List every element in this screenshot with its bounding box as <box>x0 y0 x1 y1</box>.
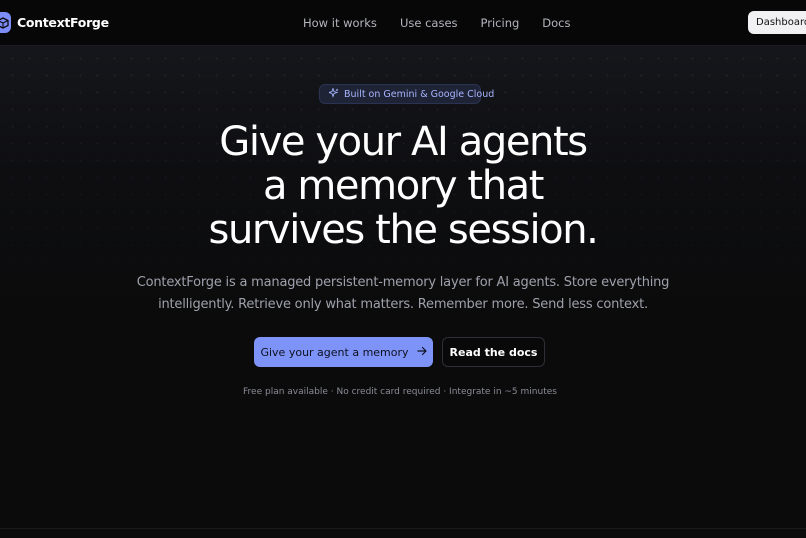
primary-cta-label: Give your agent a memory <box>260 345 409 359</box>
badge-text: Built on Gemini & Google Cloud <box>344 88 495 100</box>
sparkles-icon <box>327 86 339 101</box>
hero-headline: Give your AI agents a memory that surviv… <box>0 120 806 252</box>
brand-logo[interactable]: ContextForge <box>0 12 109 33</box>
arrow-right-icon <box>416 346 427 359</box>
give-agent-memory-button[interactable]: Give your agent a memory <box>254 337 433 367</box>
brand-name: ContextForge <box>17 15 109 30</box>
subtext-line: intelligently. Retrieve only what matter… <box>158 297 648 312</box>
dashboard-button[interactable]: Dashboard <box>748 11 806 34</box>
secondary-cta-label: Read the docs <box>449 345 538 359</box>
top-navbar: ContextForge How it works Use cases Pric… <box>0 0 806 46</box>
landing-page: ContextForge How it works Use cases Pric… <box>0 0 806 538</box>
nav-link-docs[interactable]: Docs <box>542 16 570 30</box>
section-divider <box>0 528 806 529</box>
hero-fineprint: Free plan available · No credit card req… <box>243 387 557 397</box>
nav-link-pricing[interactable]: Pricing <box>481 16 520 30</box>
hero-subtext: ContextForge is a managed persistent-mem… <box>0 272 806 316</box>
cube-icon <box>0 12 11 33</box>
headline-line: a memory that <box>262 163 545 209</box>
headline-line: Give your AI agents <box>219 119 588 165</box>
read-docs-button[interactable]: Read the docs <box>442 337 545 367</box>
nav-link-how-it-works[interactable]: How it works <box>303 16 377 30</box>
nav-link-use-cases[interactable]: Use cases <box>400 16 458 30</box>
nav-links: How it works Use cases Pricing Docs <box>303 16 571 30</box>
headline-line: survives the session. <box>208 207 599 253</box>
subtext-line: ContextForge is a managed persistent-mem… <box>136 275 670 290</box>
hero-badge: Built on Gemini & Google Cloud <box>319 84 494 104</box>
